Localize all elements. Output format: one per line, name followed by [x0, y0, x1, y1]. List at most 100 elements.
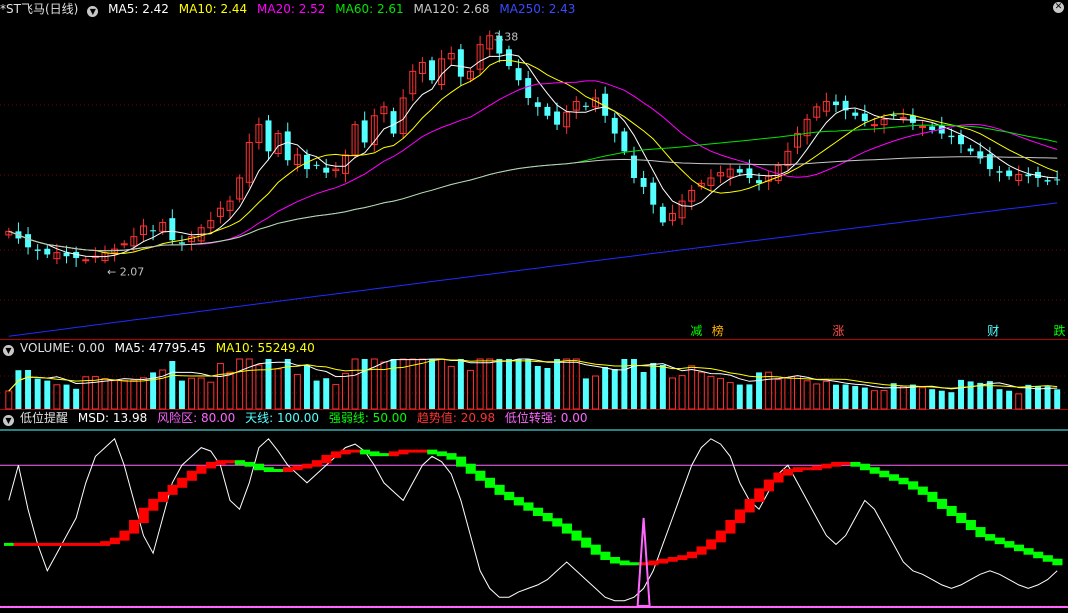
trend-block — [331, 451, 342, 458]
trend-block — [23, 542, 34, 546]
trend-block — [4, 542, 15, 546]
trend-block — [282, 467, 294, 472]
event-marker: 跌 — [1053, 323, 1065, 338]
trend-block — [888, 474, 899, 481]
msd-value: MSD: 13.98 — [77, 411, 148, 425]
candle-body — [515, 68, 522, 81]
candle-body — [82, 259, 90, 262]
stock-title: *ST飞马(日线) — [0, 2, 79, 16]
candle-body — [948, 135, 955, 138]
trend-block — [234, 460, 245, 465]
trend-block — [725, 520, 736, 534]
candle-body — [1025, 174, 1032, 177]
trend-block — [783, 468, 794, 476]
volume-bar — [852, 386, 859, 409]
candle-body — [929, 126, 936, 130]
candle-body — [852, 112, 859, 116]
trend-block — [648, 560, 659, 566]
chevron-down-icon[interactable]: ▼ — [3, 345, 14, 356]
trend-block — [696, 546, 707, 555]
ma10-value: MA10: 2.44 — [178, 2, 248, 16]
trend-block — [167, 484, 178, 495]
volume-bar — [919, 387, 927, 410]
candle-body — [909, 115, 916, 123]
trend-block — [254, 463, 265, 471]
volume-bar — [303, 365, 310, 409]
trend-block — [32, 542, 43, 546]
trend-block — [985, 534, 996, 541]
candle-body — [361, 120, 368, 143]
volume-bar — [274, 368, 282, 410]
volume-bar — [602, 367, 609, 409]
trend-block — [686, 551, 698, 559]
volume-bar — [534, 366, 541, 409]
volume-bar — [678, 375, 686, 410]
trend-block — [311, 460, 322, 467]
volume-bar — [44, 380, 51, 409]
volume-bar — [390, 359, 397, 409]
trend-block — [504, 491, 515, 501]
volume-bar — [784, 377, 792, 410]
close-icon[interactable]: ✕ — [1053, 2, 1064, 13]
candle-body — [640, 178, 647, 187]
trend-block — [350, 449, 361, 453]
trend-block — [975, 527, 986, 538]
ma20-value: MA20: 2.52 — [257, 2, 326, 16]
volume-bar — [736, 384, 743, 409]
volume-value: VOLUME: 0.00 — [20, 341, 105, 355]
volume-bar — [216, 363, 224, 410]
volume-bar — [832, 384, 839, 409]
trend-block — [600, 551, 611, 560]
trend-block — [936, 498, 948, 509]
trend-block — [177, 477, 188, 488]
candle-body — [899, 117, 907, 120]
trend-block — [484, 477, 496, 488]
volume-bar — [53, 384, 61, 410]
volume-bar — [765, 371, 773, 410]
stock-chart[interactable]: 3.38 ← 2.07 减榜 涨 财 跌 — [0, 0, 1068, 613]
volume-bar — [861, 387, 868, 409]
candle-body — [919, 125, 927, 128]
volume-bar — [323, 378, 330, 409]
main-legend: *ST飞马(日线) ▼ MA5: 2.42 MA10: 2.44 MA20: 2.… — [0, 1, 581, 17]
candle-body — [736, 169, 743, 173]
chevron-down-icon[interactable]: ▼ — [3, 415, 14, 426]
volume-bar — [111, 380, 119, 410]
trend-block — [80, 542, 92, 546]
msd-line — [8, 437, 1058, 602]
candle-body — [150, 230, 157, 232]
volume-bar — [265, 359, 272, 409]
volume-bar — [1015, 393, 1023, 410]
chevron-down-icon[interactable]: ▼ — [87, 6, 99, 17]
volume-bar — [63, 384, 70, 409]
trend-block — [552, 518, 563, 527]
vol-ma5-value: MA5: 47795.45 — [114, 341, 206, 355]
volume-bar — [332, 384, 340, 410]
trend-value: 趋势值: 20.98 — [416, 411, 496, 425]
trend-block — [42, 542, 53, 546]
volume-bar — [207, 381, 215, 410]
volume-bar — [977, 382, 984, 409]
sky-value: 天线: 100.00 — [245, 411, 319, 425]
candle-body — [996, 171, 1003, 173]
volume-bar — [409, 358, 417, 410]
volume-bar — [418, 358, 426, 410]
trend-block — [359, 449, 370, 455]
trend-block — [52, 542, 63, 546]
volume-bar — [842, 384, 849, 409]
volume-bar — [1044, 386, 1051, 409]
volume-bar — [429, 359, 435, 409]
trend-block — [581, 537, 592, 548]
volume-bar — [554, 359, 561, 409]
trend-block — [619, 560, 630, 566]
trend-block — [667, 556, 678, 562]
trend-block — [1013, 544, 1025, 552]
volume-bar — [803, 380, 811, 410]
trend-block — [763, 479, 774, 492]
trend-block — [436, 451, 447, 457]
trend-block — [456, 456, 467, 467]
trend-block — [734, 509, 746, 524]
trend-block — [244, 461, 255, 467]
volume-bar — [726, 382, 734, 410]
trend-block — [840, 461, 851, 465]
